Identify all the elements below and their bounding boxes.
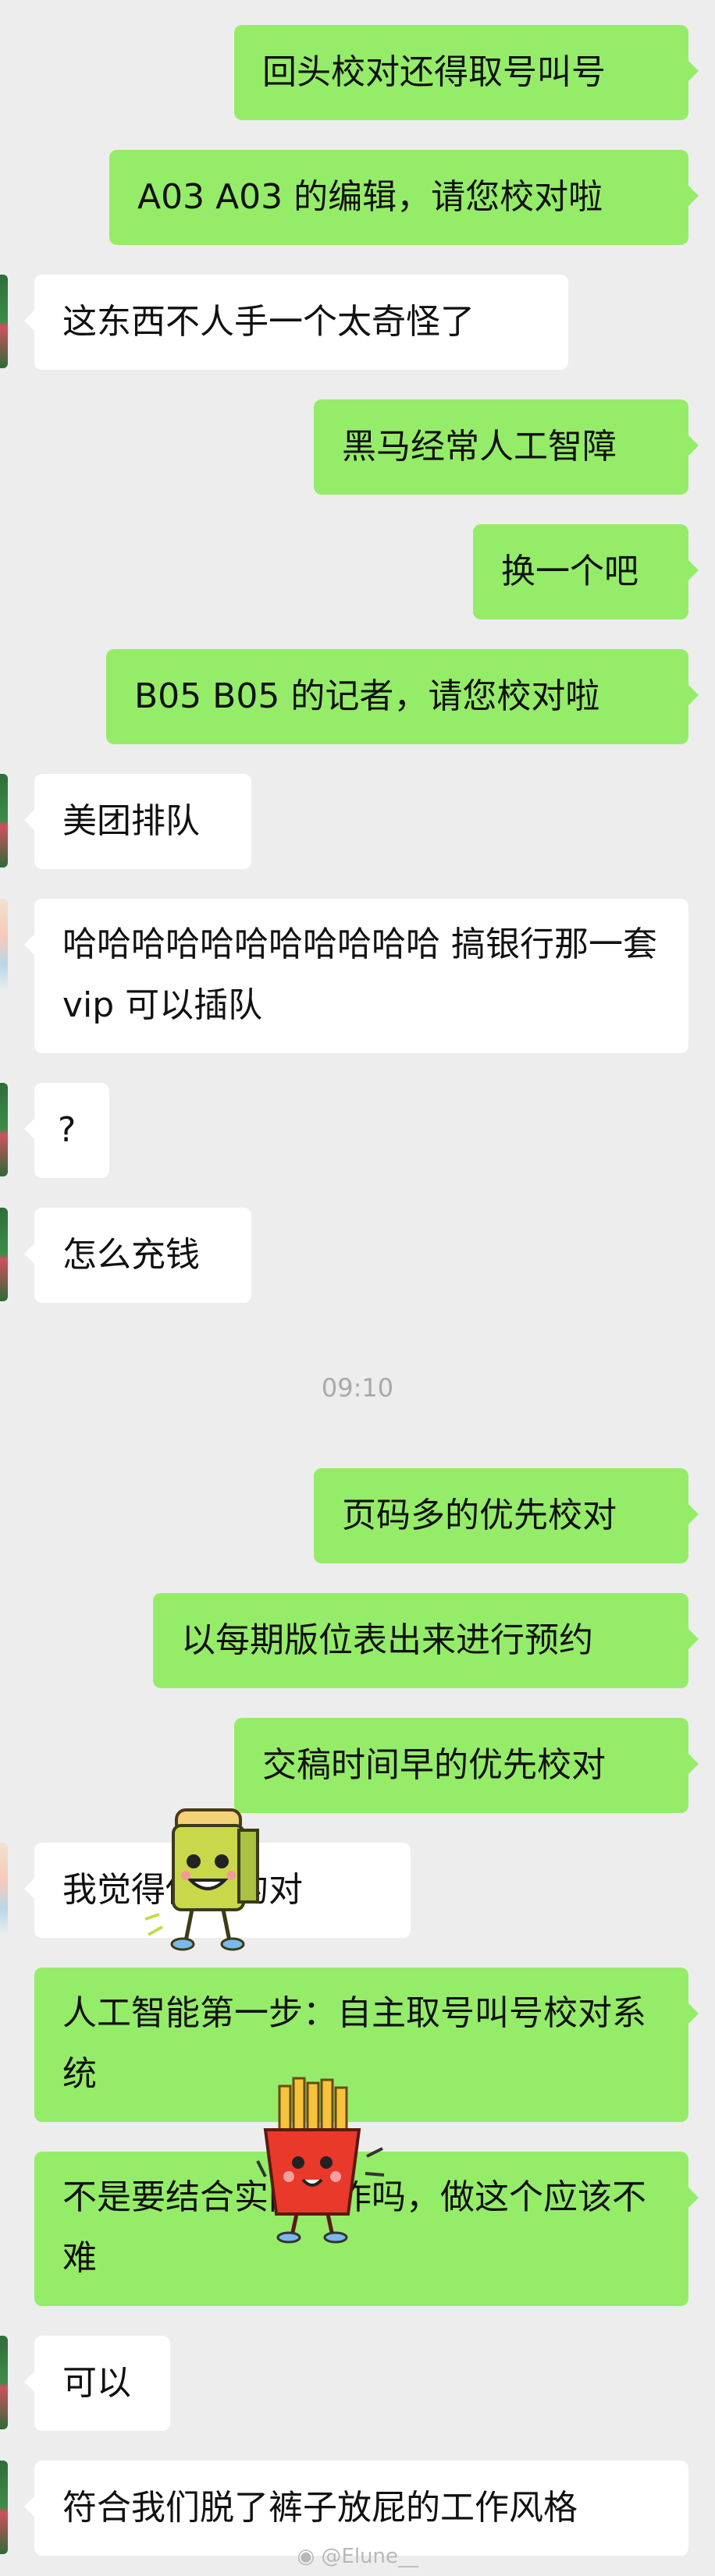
message-bubble-sent[interactable]: 交稿时间早的优先校对 [234, 1718, 688, 1813]
fries-sticker [256, 2077, 385, 2244]
message-text: 换一个吧 [501, 552, 639, 591]
message-bubble-sent[interactable]: A03 A03 的编辑，请您校对啦 [109, 150, 688, 245]
timestamp: 09:10 [321, 1373, 394, 1403]
weibo-icon: ◉ [297, 2545, 315, 2568]
watermark: ◉ @Elune__ [297, 2545, 418, 2568]
message-bubble-received[interactable]: ? [34, 1083, 109, 1178]
message-text: 以每期版位表出来进行预约 [181, 1620, 593, 1660]
message-bubble-received[interactable]: 可以 [34, 2336, 170, 2431]
message-bubble-received[interactable]: 哈哈哈哈哈哈哈哈哈哈哈 搞银行那一套 vip 可以插队 [34, 899, 688, 1053]
message-bubble-sent[interactable]: 以每期版位表出来进行预约 [153, 1593, 688, 1688]
message-bubble-sent[interactable]: B05 B05 的记者，请您校对啦 [106, 649, 688, 744]
message-text: A03 A03 的编辑，请您校对啦 [137, 177, 603, 217]
message-bubble-received[interactable]: 美团排队 [34, 774, 251, 869]
message-text: 美团排队 [62, 801, 200, 841]
message-text: 可以 [62, 2363, 131, 2403]
chat-window: 回头校对还得取号叫号 A03 A03 的编辑，请您校对啦 这东西不人手一个太奇怪… [0, 0, 715, 2576]
contact-avatar[interactable] [0, 1083, 8, 1176]
message-text: 怎么充钱 [62, 1235, 200, 1275]
message-text: ? [58, 1110, 76, 1150]
message-text: B05 B05 的记者，请您校对啦 [134, 676, 600, 716]
message-text: 交稿时间早的优先校对 [262, 1745, 606, 1785]
message-bubble-received[interactable]: 符合我们脱了裤子放屁的工作风格 [34, 2461, 688, 2556]
message-bubble-received[interactable]: 怎么充钱 [34, 1208, 251, 1303]
message-bubble-sent[interactable]: 回头校对还得取号叫号 [234, 25, 688, 120]
toast-sticker [144, 1808, 259, 1951]
message-bubble-sent[interactable]: 黑马经常人工智障 [314, 399, 688, 495]
message-text: 页码多的优先校对 [342, 1496, 617, 1535]
message-text: 回头校对还得取号叫号 [262, 52, 606, 92]
message-bubble-sent[interactable]: 换一个吧 [473, 524, 688, 619]
message-text: 这东西不人手一个太奇怪了 [62, 302, 475, 342]
contact-avatar[interactable] [0, 774, 8, 868]
message-bubble-received[interactable]: 这东西不人手一个太奇怪了 [34, 275, 568, 370]
contact-avatar[interactable] [0, 1208, 8, 1301]
message-bubble-sent[interactable]: 页码多的优先校对 [314, 1468, 688, 1563]
message-text: 哈哈哈哈哈哈哈哈哈哈哈 搞银行那一套 vip 可以插队 [62, 924, 657, 1025]
message-text: 黑马经常人工智障 [342, 427, 617, 467]
contact-avatar[interactable] [0, 2461, 8, 2554]
contact-avatar[interactable] [0, 275, 8, 368]
message-text: 符合我们脱了裤子放屁的工作风格 [62, 2488, 578, 2528]
contact-avatar[interactable] [0, 2336, 8, 2429]
contact-avatar[interactable] [0, 1843, 8, 1936]
contact-avatar[interactable] [0, 899, 8, 992]
